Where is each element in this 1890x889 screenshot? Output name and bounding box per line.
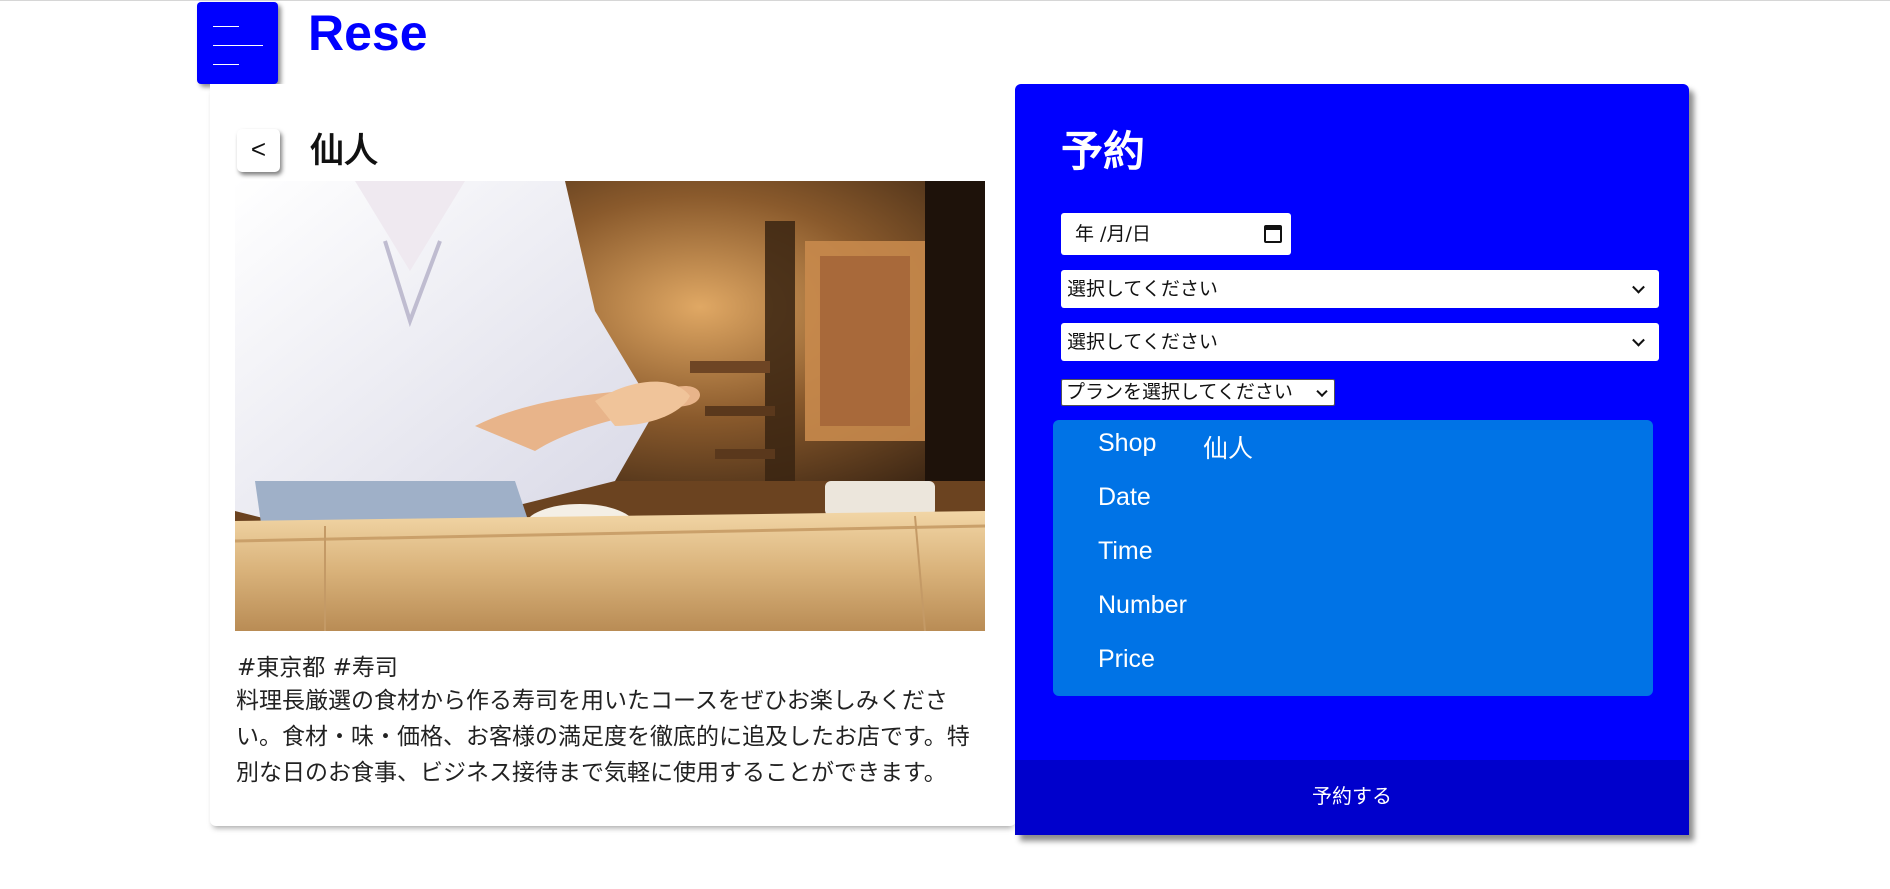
plan-select[interactable]: プランを選択してください: [1061, 379, 1335, 406]
hamburger-menu-button[interactable]: [197, 2, 278, 84]
date-input[interactable]: 年 /月/日: [1061, 213, 1291, 255]
reservation-panel: 予約 年 /月/日 選択してください 選択してください プランを選択してください…: [1015, 84, 1689, 835]
chevron-down-icon: [1632, 333, 1645, 347]
number-select[interactable]: 選択してください: [1061, 323, 1659, 361]
hamburger-line: [213, 45, 263, 46]
summary-shop-label: Shop: [1098, 429, 1157, 457]
shop-tags: #東京都 #寿司: [237, 655, 398, 681]
shop-description: 料理長厳選の食材から作る寿司を用いたコースをぜひお楽しみください。食材・味・価格…: [236, 688, 970, 786]
date-input-text: 年 /月/日: [1075, 223, 1151, 245]
time-select[interactable]: 選択してください: [1061, 270, 1659, 308]
hamburger-icon: [213, 26, 239, 27]
shop-name-heading: 仙人: [310, 131, 378, 171]
summary-shop-value: 仙人: [1203, 435, 1254, 463]
reservation-title: 予約: [1061, 127, 1146, 176]
app-logo: Rese: [308, 5, 428, 61]
summary-date-label: Date: [1098, 483, 1151, 511]
reservation-summary: Shop 仙人 Date Time Number Price: [1053, 420, 1653, 696]
chevron-down-icon: [1632, 280, 1645, 294]
number-select-value: 選択してください: [1067, 331, 1218, 353]
summary-price-label: Price: [1098, 645, 1155, 673]
shop-photo: [235, 181, 985, 631]
plan-select-value: プランを選択してください: [1066, 381, 1293, 403]
summary-time-label: Time: [1098, 537, 1153, 565]
reserve-submit-button[interactable]: 予約する: [1015, 760, 1689, 835]
hamburger-line: [213, 64, 239, 65]
summary-number-label: Number: [1098, 591, 1187, 619]
chevron-down-icon: [1316, 385, 1328, 397]
back-button[interactable]: <: [237, 129, 280, 172]
time-select-value: 選択してください: [1067, 278, 1218, 300]
top-divider: [0, 0, 1890, 1]
calendar-icon[interactable]: [1264, 225, 1282, 243]
